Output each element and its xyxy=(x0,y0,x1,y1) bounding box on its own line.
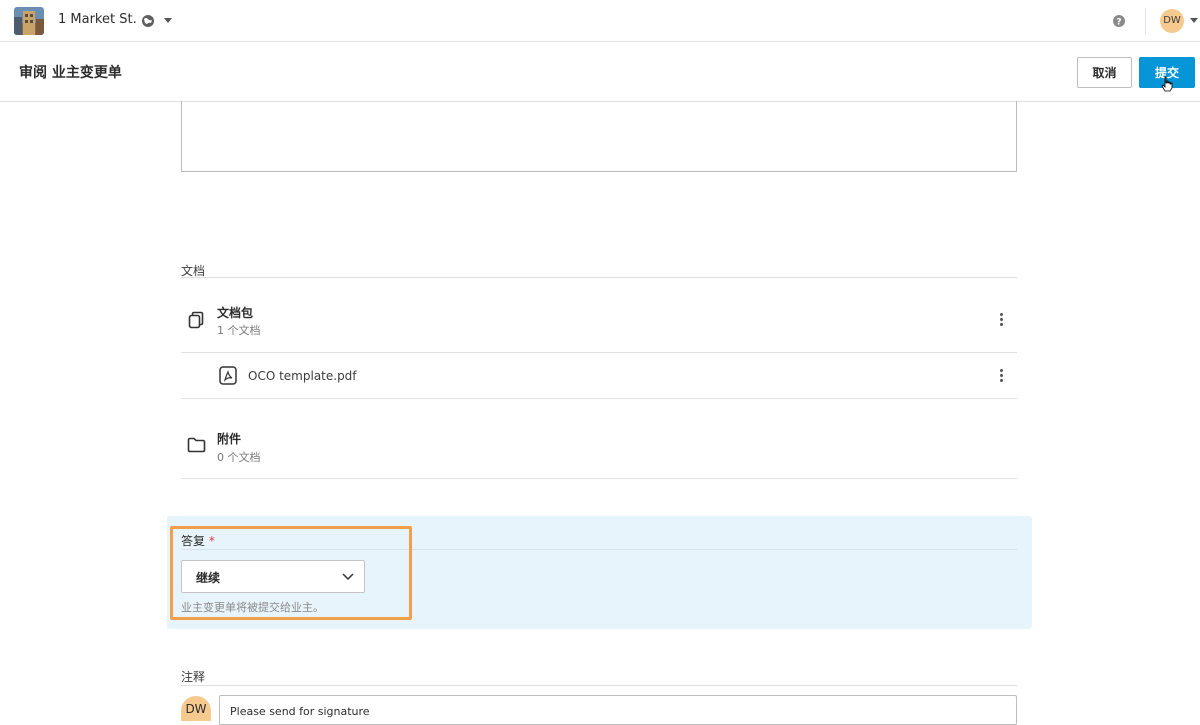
user-menu-chevron-icon[interactable] xyxy=(1189,18,1199,24)
file-name[interactable]: OCO template.pdf xyxy=(248,369,357,383)
description-textarea[interactable] xyxy=(181,101,1017,172)
attachments-count: 0 个文档 xyxy=(217,451,261,464)
divider xyxy=(181,277,1017,278)
highlight-box xyxy=(170,526,412,620)
file-more-icon[interactable] xyxy=(996,369,1006,385)
svg-text:?: ? xyxy=(1116,18,1121,28)
project-thumbnail[interactable] xyxy=(14,7,44,35)
hand-cursor-icon xyxy=(1161,76,1173,92)
pdf-file-icon xyxy=(219,366,237,385)
divider xyxy=(181,478,1017,479)
document-package-more-icon[interactable] xyxy=(996,313,1006,329)
folder-icon xyxy=(187,437,206,453)
page-header: 审阅 业主变更单 取消 提交 xyxy=(0,42,1200,102)
project-name[interactable]: 1 Market St. xyxy=(58,12,137,27)
document-package-icon xyxy=(188,311,204,329)
divider xyxy=(181,352,1017,353)
help-icon[interactable]: ? xyxy=(1112,14,1126,28)
attachments-title[interactable]: 附件 xyxy=(217,430,241,447)
document-package-count: 1 个文档 xyxy=(217,324,261,337)
globe-icon xyxy=(142,15,154,27)
user-avatar[interactable]: DW xyxy=(1160,9,1184,33)
top-bar: 1 Market St. ? DW xyxy=(0,0,1200,42)
divider xyxy=(181,685,1017,686)
chevron-down-icon[interactable] xyxy=(163,18,173,24)
comment-text: Please send for signature xyxy=(230,705,370,718)
topbar-divider xyxy=(1145,8,1146,34)
divider xyxy=(181,398,1017,399)
cancel-button[interactable]: 取消 xyxy=(1077,57,1132,88)
document-package-title[interactable]: 文档包 xyxy=(217,304,253,321)
page-title: 审阅 业主变更单 xyxy=(19,65,122,81)
comments-section-label: 注释 xyxy=(181,670,206,684)
comment-avatar: DW xyxy=(181,696,211,721)
